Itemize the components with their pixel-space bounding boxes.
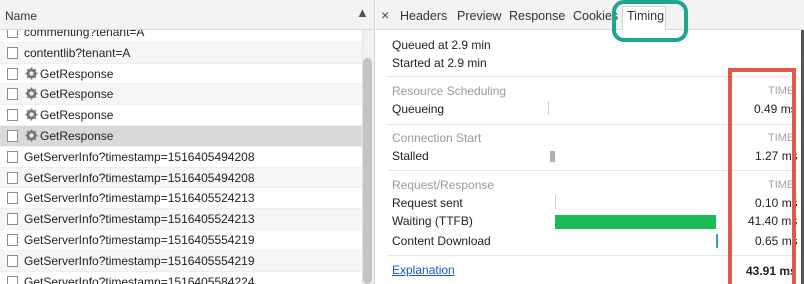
- request-row-checkbox[interactable]: [7, 150, 18, 163]
- request-name: contentlib?tenant=A: [24, 45, 131, 60]
- request-name: GetServerInfo?timestamp=1516405494208: [24, 149, 255, 164]
- request-list: commenting?tenant=A contentlib?tenant=A Ge…: [0, 22, 362, 284]
- request-row[interactable]: GetResponse: [0, 125, 362, 147]
- request-row-checkbox[interactable]: [7, 192, 18, 205]
- scroll-up-arrow-icon[interactable]: ▲: [356, 5, 369, 20]
- section-connection-start: Connection Start: [392, 131, 482, 145]
- timing-label-request-sent: Request sent: [392, 196, 463, 210]
- request-row[interactable]: GetServerInfo?timestamp=1516405554219: [0, 230, 362, 251]
- request-row-checkbox[interactable]: [7, 213, 18, 226]
- gear-icon: [25, 87, 38, 100]
- request-row-checkbox[interactable]: [7, 109, 18, 122]
- timing-label-queueing: Queueing: [392, 102, 445, 116]
- request-name: GetResponse: [40, 128, 114, 143]
- stalled-bar: [550, 151, 555, 162]
- timing-label-stalled: Stalled: [392, 149, 429, 163]
- request-row[interactable]: GetServerInfo?timestamp=1516405524213: [0, 188, 362, 210]
- request-row-checkbox[interactable]: [7, 171, 18, 184]
- content-download-bar: [716, 234, 718, 248]
- waiting-ttfb-bar: [555, 215, 716, 229]
- timing-tab-annotation-box: [612, 0, 688, 42]
- request-name: GetResponse: [40, 87, 114, 102]
- tab-headers[interactable]: Headers: [400, 9, 447, 23]
- request-row[interactable]: GetServerInfo?timestamp=1516405554219: [0, 250, 362, 272]
- request-row[interactable]: GetResponse: [0, 84, 362, 106]
- tab-preview[interactable]: Preview: [457, 9, 501, 23]
- explanation-link[interactable]: Explanation: [392, 263, 455, 277]
- request-row[interactable]: GetServerInfo?timestamp=1516405524213: [0, 209, 362, 230]
- request-row[interactable]: GetServerInfo?timestamp=1516405494208: [0, 147, 362, 168]
- request-name: GetServerInfo?timestamp=1516405494208: [24, 170, 255, 185]
- request-row-checkbox[interactable]: [7, 67, 18, 80]
- request-row-checkbox[interactable]: [7, 88, 18, 101]
- request-name: GetServerInfo?timestamp=1516405524213: [24, 212, 255, 227]
- section-request-response: Request/Response: [392, 178, 495, 192]
- gear-icon: [25, 108, 38, 121]
- section-resource-scheduling: Resource Scheduling: [392, 84, 507, 98]
- timing-label-content-download: Content Download: [392, 234, 491, 248]
- queued-at-text: Queued at 2.9 min: [392, 38, 491, 52]
- request-row-checkbox[interactable]: [7, 254, 18, 267]
- gear-icon: [25, 67, 38, 80]
- request-name: GetServerInfo?timestamp=1516405554219: [24, 253, 255, 268]
- timing-label-waiting-ttfb: Waiting (TTFB): [392, 214, 473, 228]
- request-list-header: Name ▲: [0, 0, 374, 30]
- queueing-bar: [548, 101, 549, 115]
- request-list-pane: commenting?tenant=A contentlib?tenant=A Ge…: [0, 0, 375, 284]
- request-row[interactable]: contentlib?tenant=A: [0, 42, 362, 64]
- request-row[interactable]: GetResponse: [0, 64, 362, 85]
- request-name: GetResponse: [40, 108, 114, 123]
- tab-response[interactable]: Response: [509, 9, 565, 23]
- request-name: GetServerInfo?timestamp=1516405524213: [24, 191, 255, 206]
- request-row-checkbox[interactable]: [7, 129, 18, 142]
- request-row-checkbox[interactable]: [7, 275, 18, 284]
- details-tab-bar: × Headers Preview Response Cookies Timin…: [376, 0, 804, 30]
- request-row[interactable]: GetResponse: [0, 105, 362, 126]
- request-list-scrollbar-thumb[interactable]: [363, 58, 372, 284]
- request-row[interactable]: GetServerInfo?timestamp=1516405494208: [0, 167, 362, 189]
- time-column-annotation-box: [728, 68, 796, 284]
- request-name: GetResponse: [40, 66, 114, 81]
- request-row[interactable]: GetServerInfo?timestamp=1516405584224: [0, 272, 362, 284]
- request-row-checkbox[interactable]: [7, 46, 18, 59]
- request-sent-bar: [555, 195, 556, 209]
- request-row-checkbox[interactable]: [7, 233, 18, 246]
- close-details-icon[interactable]: ×: [381, 7, 389, 23]
- gear-icon: [25, 129, 38, 142]
- request-name: GetServerInfo?timestamp=1516405554219: [24, 232, 255, 247]
- started-at-text: Started at 2.9 min: [392, 56, 487, 70]
- request-name: GetServerInfo?timestamp=1516405584224: [24, 274, 255, 284]
- name-column-header[interactable]: Name: [5, 9, 37, 23]
- request-details-pane: × Headers Preview Response Cookies Timin…: [376, 0, 804, 284]
